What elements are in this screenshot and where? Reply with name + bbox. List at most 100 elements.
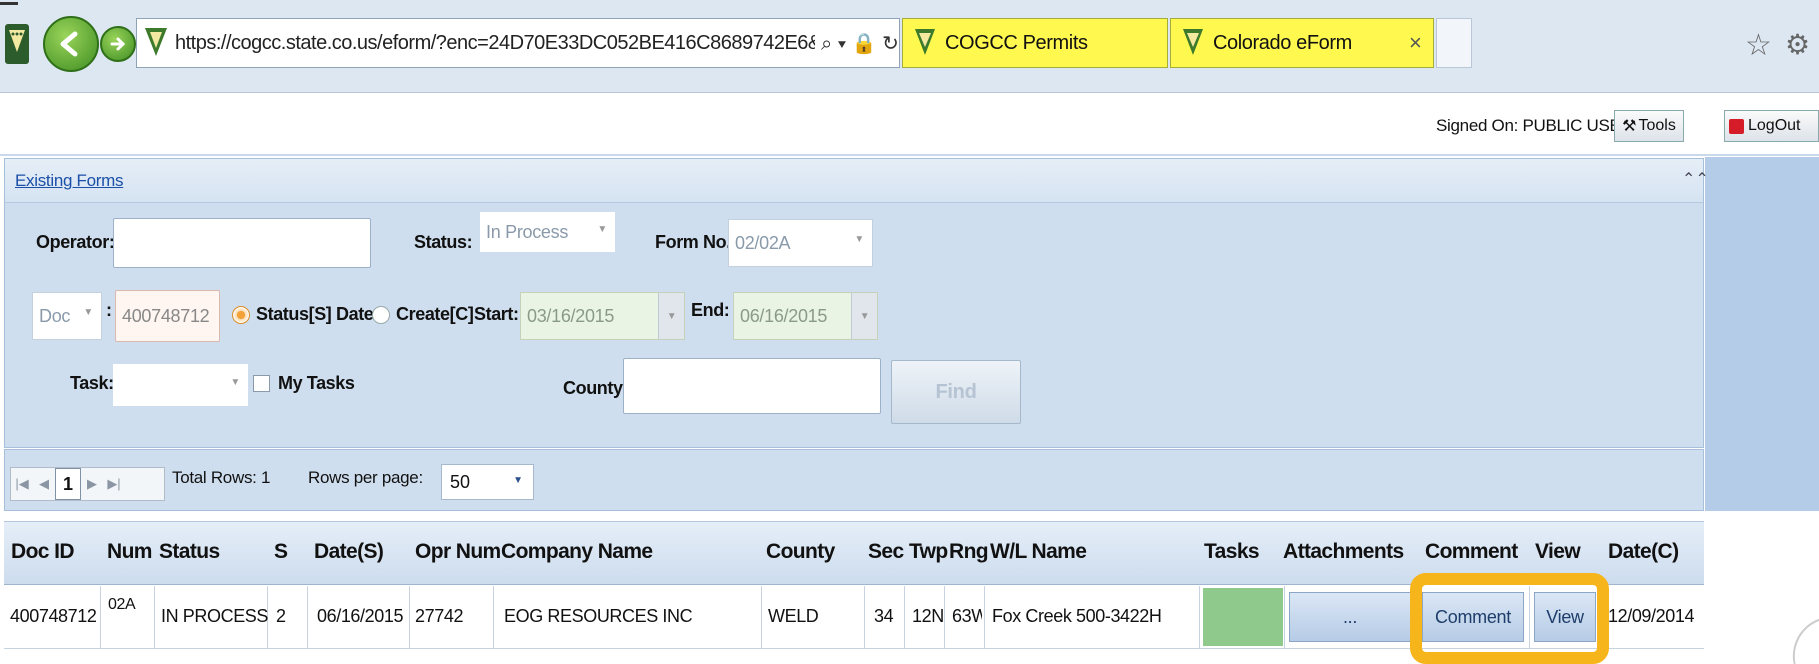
task-label: Task: [70, 373, 114, 393]
page-curl-decoration [1786, 616, 1819, 664]
col-status[interactable]: Status [159, 540, 220, 564]
chevron-down-icon: ▼ [83, 306, 93, 318]
end-date-input[interactable]: 06/16/2015 ▼ [733, 292, 878, 340]
task-select[interactable]: ▼ [113, 364, 248, 406]
rows-per-page-label: Rows per page: [308, 468, 423, 487]
cell-opr-num: 27742 [415, 606, 464, 626]
tab-colorado-eform[interactable]: Colorado eForm × [1170, 18, 1434, 68]
create-date-radio[interactable] [372, 306, 390, 324]
status-label: Status: [414, 232, 473, 252]
address-bar[interactable]: https://cogcc.state.co.us/eform/?enc=24D… [136, 18, 900, 68]
status-select[interactable]: In Process ▼ [480, 212, 615, 252]
tab-favicon-icon [915, 29, 935, 55]
status-date-radio-label: Status[S] Date [256, 304, 374, 324]
col-opr-num[interactable]: Opr Num [415, 540, 501, 564]
tools-label: Tools [1638, 117, 1676, 134]
window-dash [0, 2, 18, 5]
new-tab-button[interactable] [1436, 18, 1472, 68]
tools-icon: ⚒ [1622, 118, 1637, 135]
county-input[interactable] [623, 358, 881, 414]
chevron-down-icon: ▼ [597, 224, 607, 235]
tasks-status-cell [1203, 588, 1283, 646]
cell-company: EOG RESOURCES INC [504, 606, 693, 626]
favorites-star-icon[interactable]: ☆ [1745, 28, 1772, 63]
col-rng[interactable]: Rng [949, 540, 989, 564]
user-bar: Signed On: PUBLIC USERS ⚒ Tools LogOut [0, 94, 1819, 156]
start-date-input[interactable]: 03/16/2015 ▼ [520, 292, 685, 340]
col-county[interactable]: County [766, 540, 835, 564]
doc-colon: : [106, 300, 112, 320]
url-text[interactable]: https://cogcc.state.co.us/eform/?enc=24D… [175, 32, 815, 55]
total-rows-text: Total Rows: 1 [172, 468, 271, 487]
col-s[interactable]: S [274, 540, 288, 564]
chevron-down-icon: ▼ [230, 376, 240, 388]
cell-num: 02A [108, 596, 136, 613]
status-date-radio[interactable] [232, 306, 250, 324]
chevron-down-icon: ▼ [854, 233, 864, 245]
cell-doc-id: 400748712 [10, 606, 97, 626]
browser-chrome: https://cogcc.state.co.us/eform/?enc=24D… [0, 0, 1819, 93]
back-button[interactable] [43, 16, 99, 72]
col-view[interactable]: View [1535, 540, 1581, 564]
prev-page-icon[interactable]: ◀ [33, 468, 55, 500]
address-bar-icons[interactable]: ⌕ ▾ 🔒 ↻ [821, 31, 899, 56]
forward-button[interactable] [100, 26, 136, 62]
last-page-icon[interactable]: ▶| [103, 468, 125, 500]
rows-per-page-select[interactable]: 50 ▼ [441, 464, 534, 500]
next-page-icon[interactable]: ▶ [81, 468, 103, 500]
form-no-label: Form No.: [655, 232, 737, 252]
col-company-name[interactable]: Company Name [501, 540, 653, 564]
pager-bar: |◀ ◀ 1 ▶ ▶| Total Rows: 1 Rows per page:… [4, 449, 1704, 511]
arrow-right-icon [110, 37, 126, 51]
first-page-icon[interactable]: |◀ [11, 468, 33, 500]
calendar-dropdown-icon[interactable]: ▼ [658, 293, 684, 339]
form-no-select[interactable]: 02/02A ▼ [728, 219, 873, 267]
col-comment[interactable]: Comment [1425, 540, 1518, 564]
start-label: Start: [474, 304, 519, 324]
arrow-left-icon [60, 31, 78, 57]
my-tasks-label: My Tasks [278, 373, 355, 393]
panel-header: Existing Forms ⌃⌃ [5, 159, 1709, 203]
collapse-icon[interactable]: ⌃⌃ [1682, 169, 1709, 189]
cell-rng: 63W [952, 606, 982, 626]
my-tasks-checkbox[interactable] [253, 375, 270, 392]
end-date-value: 06/16/2015 [740, 305, 828, 326]
col-attachments[interactable]: Attachments [1283, 540, 1404, 564]
start-date-value: 03/16/2015 [527, 305, 615, 326]
col-twp[interactable]: Twp [909, 540, 949, 564]
annotation-highlight-box [1410, 573, 1609, 664]
col-tasks[interactable]: Tasks [1204, 540, 1260, 564]
col-doc-id[interactable]: Doc ID [11, 540, 75, 564]
find-button[interactable]: Find [891, 360, 1021, 424]
county-label: County: [563, 378, 629, 398]
col-wl-name[interactable]: W/L Name [990, 540, 1087, 564]
logout-button[interactable]: LogOut [1724, 110, 1819, 142]
cell-county: WELD [768, 606, 819, 626]
col-date-s[interactable]: Date(S) [314, 540, 384, 564]
attachments-button[interactable]: ... [1289, 592, 1411, 642]
chevron-down-icon: ▼ [513, 475, 523, 486]
col-sec[interactable]: Sec [868, 540, 904, 564]
end-label: End: [691, 300, 730, 320]
current-page[interactable]: 1 [55, 468, 81, 500]
existing-forms-link[interactable]: Existing Forms [15, 171, 124, 191]
right-side-panel [1705, 157, 1819, 511]
gear-icon[interactable]: ⚙ [1785, 28, 1810, 61]
cell-date-c: 12/09/2014 [1608, 606, 1695, 626]
cell-twp: 12N [912, 606, 944, 626]
status-select-value: In Process [486, 221, 569, 242]
doc-id-input[interactable]: 400748712 [115, 290, 220, 342]
cell-wl-name: Fox Creek 500-3422H [992, 606, 1162, 626]
operator-input[interactable] [113, 218, 371, 268]
calendar-dropdown-icon[interactable]: ▼ [851, 293, 877, 339]
tab-cogcc-permits[interactable]: COGCC Permits [902, 18, 1168, 68]
cell-s: 2 [276, 606, 286, 626]
cell-sec: 34 [874, 606, 894, 626]
doc-type-select[interactable]: Doc ▼ [32, 292, 102, 340]
col-num[interactable]: Num [107, 540, 152, 564]
pager-nav: |◀ ◀ 1 ▶ ▶| [10, 467, 165, 501]
close-tab-icon[interactable]: × [1409, 30, 1422, 56]
col-date-c[interactable]: Date(C) [1608, 540, 1679, 564]
logout-label: LogOut [1748, 117, 1801, 134]
tools-button[interactable]: ⚒ Tools [1614, 110, 1684, 142]
